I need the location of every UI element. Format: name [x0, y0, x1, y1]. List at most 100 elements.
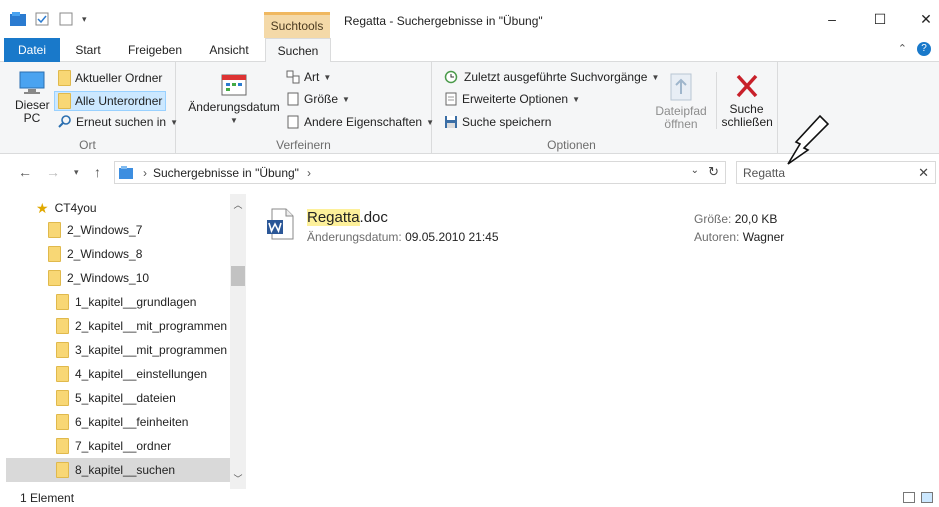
folder-icon [48, 222, 61, 238]
collapse-ribbon-icon[interactable]: ⌃ [898, 42, 907, 56]
ribbon-controls: ⌃ ? [898, 42, 931, 56]
recent-chevron-icon[interactable]: ▾ [74, 167, 79, 178]
folder-icon [56, 462, 69, 478]
subfolders-icon [58, 93, 71, 109]
result-author: Autoren: Wagner [694, 230, 784, 244]
folder-icon [56, 366, 69, 382]
erweitert-label: Erweiterte Optionen [462, 92, 569, 106]
address-bar[interactable]: › Suchergebnisse in "Übung" › ⌄ ↻ [114, 161, 726, 184]
maximize-button[interactable]: ☐ [868, 8, 892, 32]
scroll-up-icon[interactable]: ︿ [230, 198, 246, 211]
nav-item-kapitel4[interactable]: 4_kapitel__einstellungen [56, 362, 230, 386]
computer-icon [19, 71, 45, 94]
tiles-view-icon[interactable] [921, 492, 933, 503]
speichern-label: Suche speichern [462, 115, 552, 129]
tab-start[interactable]: Start [68, 38, 108, 62]
tab-ansicht[interactable]: Ansicht [200, 38, 258, 62]
group-optionen: Zuletzt ausgeführte Suchvorgänge ▼ Erwei… [432, 62, 778, 154]
group-label-verfeinern: Verfeinern [276, 138, 331, 152]
nav-item-kapitel2[interactable]: 2_kapitel__mit_programmen [56, 314, 230, 338]
art-label: Art [304, 70, 320, 84]
folder-icon [56, 414, 69, 430]
dateipfad-oeffnen-button[interactable]: Dateipfad öffnen [648, 72, 714, 131]
group-label-optionen: Optionen [547, 138, 596, 152]
nav-item-kapitel3[interactable]: 3_kapitel__mit_programmen [56, 338, 230, 362]
tab-suchen[interactable]: Suchen [265, 38, 331, 63]
search-input[interactable]: Regatta ✕ [736, 161, 936, 184]
size-key: Größe: [694, 212, 732, 226]
up-icon[interactable]: ↑ [94, 164, 101, 180]
author-key: Autoren: [694, 230, 740, 244]
aktueller-ordner-button[interactable]: Aktueller Ordner [58, 70, 162, 86]
nav-item-label: 2_Windows_8 [67, 247, 143, 261]
filetype-icon [286, 70, 300, 84]
alle-unterordner-button[interactable]: Alle Unterordner [54, 91, 167, 111]
minimize-button[interactable]: – [820, 8, 844, 32]
aenderungsdatum-button[interactable]: Änderungsdatum ▼ [188, 72, 280, 127]
nav-item-windows10[interactable]: 2_Windows_10 [48, 266, 230, 290]
clear-search-icon[interactable]: ✕ [918, 165, 929, 181]
word-document-icon [267, 208, 294, 240]
tab-freigeben[interactable]: Freigeben [122, 38, 188, 62]
scroll-thumb[interactable] [231, 266, 245, 286]
folder-icon [48, 246, 61, 262]
nav-item-kapitel1[interactable]: 1_kapitel__grundlagen [56, 290, 230, 314]
search-value: Regatta [743, 165, 786, 180]
group-verfeinern: Änderungsdatum ▼ Art ▼ Größe ▼ Andere Ei… [176, 62, 434, 154]
search-icon [58, 115, 71, 128]
chevron-down-icon: ▼ [323, 72, 332, 82]
suche-schliessen-button[interactable]: Suche schließen [716, 72, 776, 129]
details-view-icon[interactable] [903, 492, 915, 503]
nav-item-label: CT4you [54, 201, 97, 215]
zuletzt-suchvorgaenge-button[interactable]: Zuletzt ausgeführte Suchvorgänge ▼ [444, 70, 659, 84]
andere-eigenschaften-label: Andere Eigenschaften [304, 115, 423, 129]
nav-item-label: 8_kapitel__suchen [75, 463, 176, 477]
groesse-button[interactable]: Größe ▼ [286, 92, 350, 106]
address-dropdown-icon[interactable]: ⌄ [691, 165, 699, 176]
nav-item-kapitel7[interactable]: 7_kapitel__ordner [56, 434, 230, 458]
window-title: Regatta - Suchergebnisse in "Übung" [344, 14, 543, 28]
properties-icon[interactable] [34, 12, 50, 26]
forward-icon[interactable]: → [46, 164, 60, 180]
tab-datei[interactable]: Datei [4, 38, 60, 62]
nav-item-windows8[interactable]: 2_Windows_8 [48, 242, 230, 266]
back-icon[interactable]: ← [18, 164, 32, 180]
nav-item-kapitel8[interactable]: 8_kapitel__suchen [6, 458, 230, 482]
nav-item-kapitel5[interactable]: 5_kapitel__dateien [56, 386, 230, 410]
star-icon: ★ [36, 199, 49, 216]
dieser-pc-button[interactable]: Dieser PC [10, 70, 54, 125]
schliessen-label: Suche schließen [721, 102, 773, 129]
breadcrumb-path[interactable]: Suchergebnisse in "Übung" [153, 166, 299, 180]
nav-item-label: 4_kapitel__einstellungen [75, 367, 208, 381]
aktueller-ordner-label: Aktueller Ordner [75, 71, 163, 85]
help-icon[interactable]: ? [917, 42, 931, 56]
result-filename[interactable]: Regatta.doc [307, 209, 388, 226]
close-button[interactable]: ✕ [914, 8, 938, 32]
open-path-icon [670, 73, 692, 101]
chevron-down-icon: ▼ [572, 94, 580, 104]
groesse-label: Größe [304, 92, 339, 106]
art-button[interactable]: Art ▼ [286, 70, 331, 84]
nav-scrollbar[interactable]: ︿ ﹀ [230, 194, 246, 489]
folder-icon [58, 70, 71, 86]
erweiterte-optionen-button[interactable]: Erweiterte Optionen ▼ [444, 92, 580, 106]
annotation-arrow-icon [787, 114, 830, 165]
refresh-icon[interactable]: ↻ [708, 164, 719, 180]
customize-qat-icon[interactable]: ▾ [82, 14, 87, 25]
alle-unterordner-label: Alle Unterordner [75, 94, 163, 108]
suche-speichern-button[interactable]: Suche speichern [444, 115, 551, 129]
chevron-down-icon: ▼ [230, 116, 238, 125]
explorer-icon[interactable] [10, 12, 26, 26]
nav-item-kapitel6[interactable]: 6_kapitel__feinheiten [56, 410, 230, 434]
document-icon [287, 92, 299, 106]
date-key: Änderungsdatum: [307, 230, 402, 244]
nav-item-ct4you[interactable]: ★ CT4you [36, 196, 230, 220]
andere-eigenschaften-button[interactable]: Andere Eigenschaften ▼ [286, 115, 434, 129]
result-size: Größe: 20,0 KB [694, 212, 777, 226]
erneut-suchen-button[interactable]: Erneut suchen in ▼ [58, 115, 178, 129]
new-folder-icon[interactable] [58, 12, 74, 26]
nav-item-windows7[interactable]: 2_Windows_7 [48, 218, 230, 242]
result-item[interactable]: Regatta.doc Änderungsdatum: 09.05.2010 2… [246, 194, 939, 254]
scroll-down-icon[interactable]: ﹀ [230, 472, 246, 485]
history-icon [444, 70, 458, 84]
